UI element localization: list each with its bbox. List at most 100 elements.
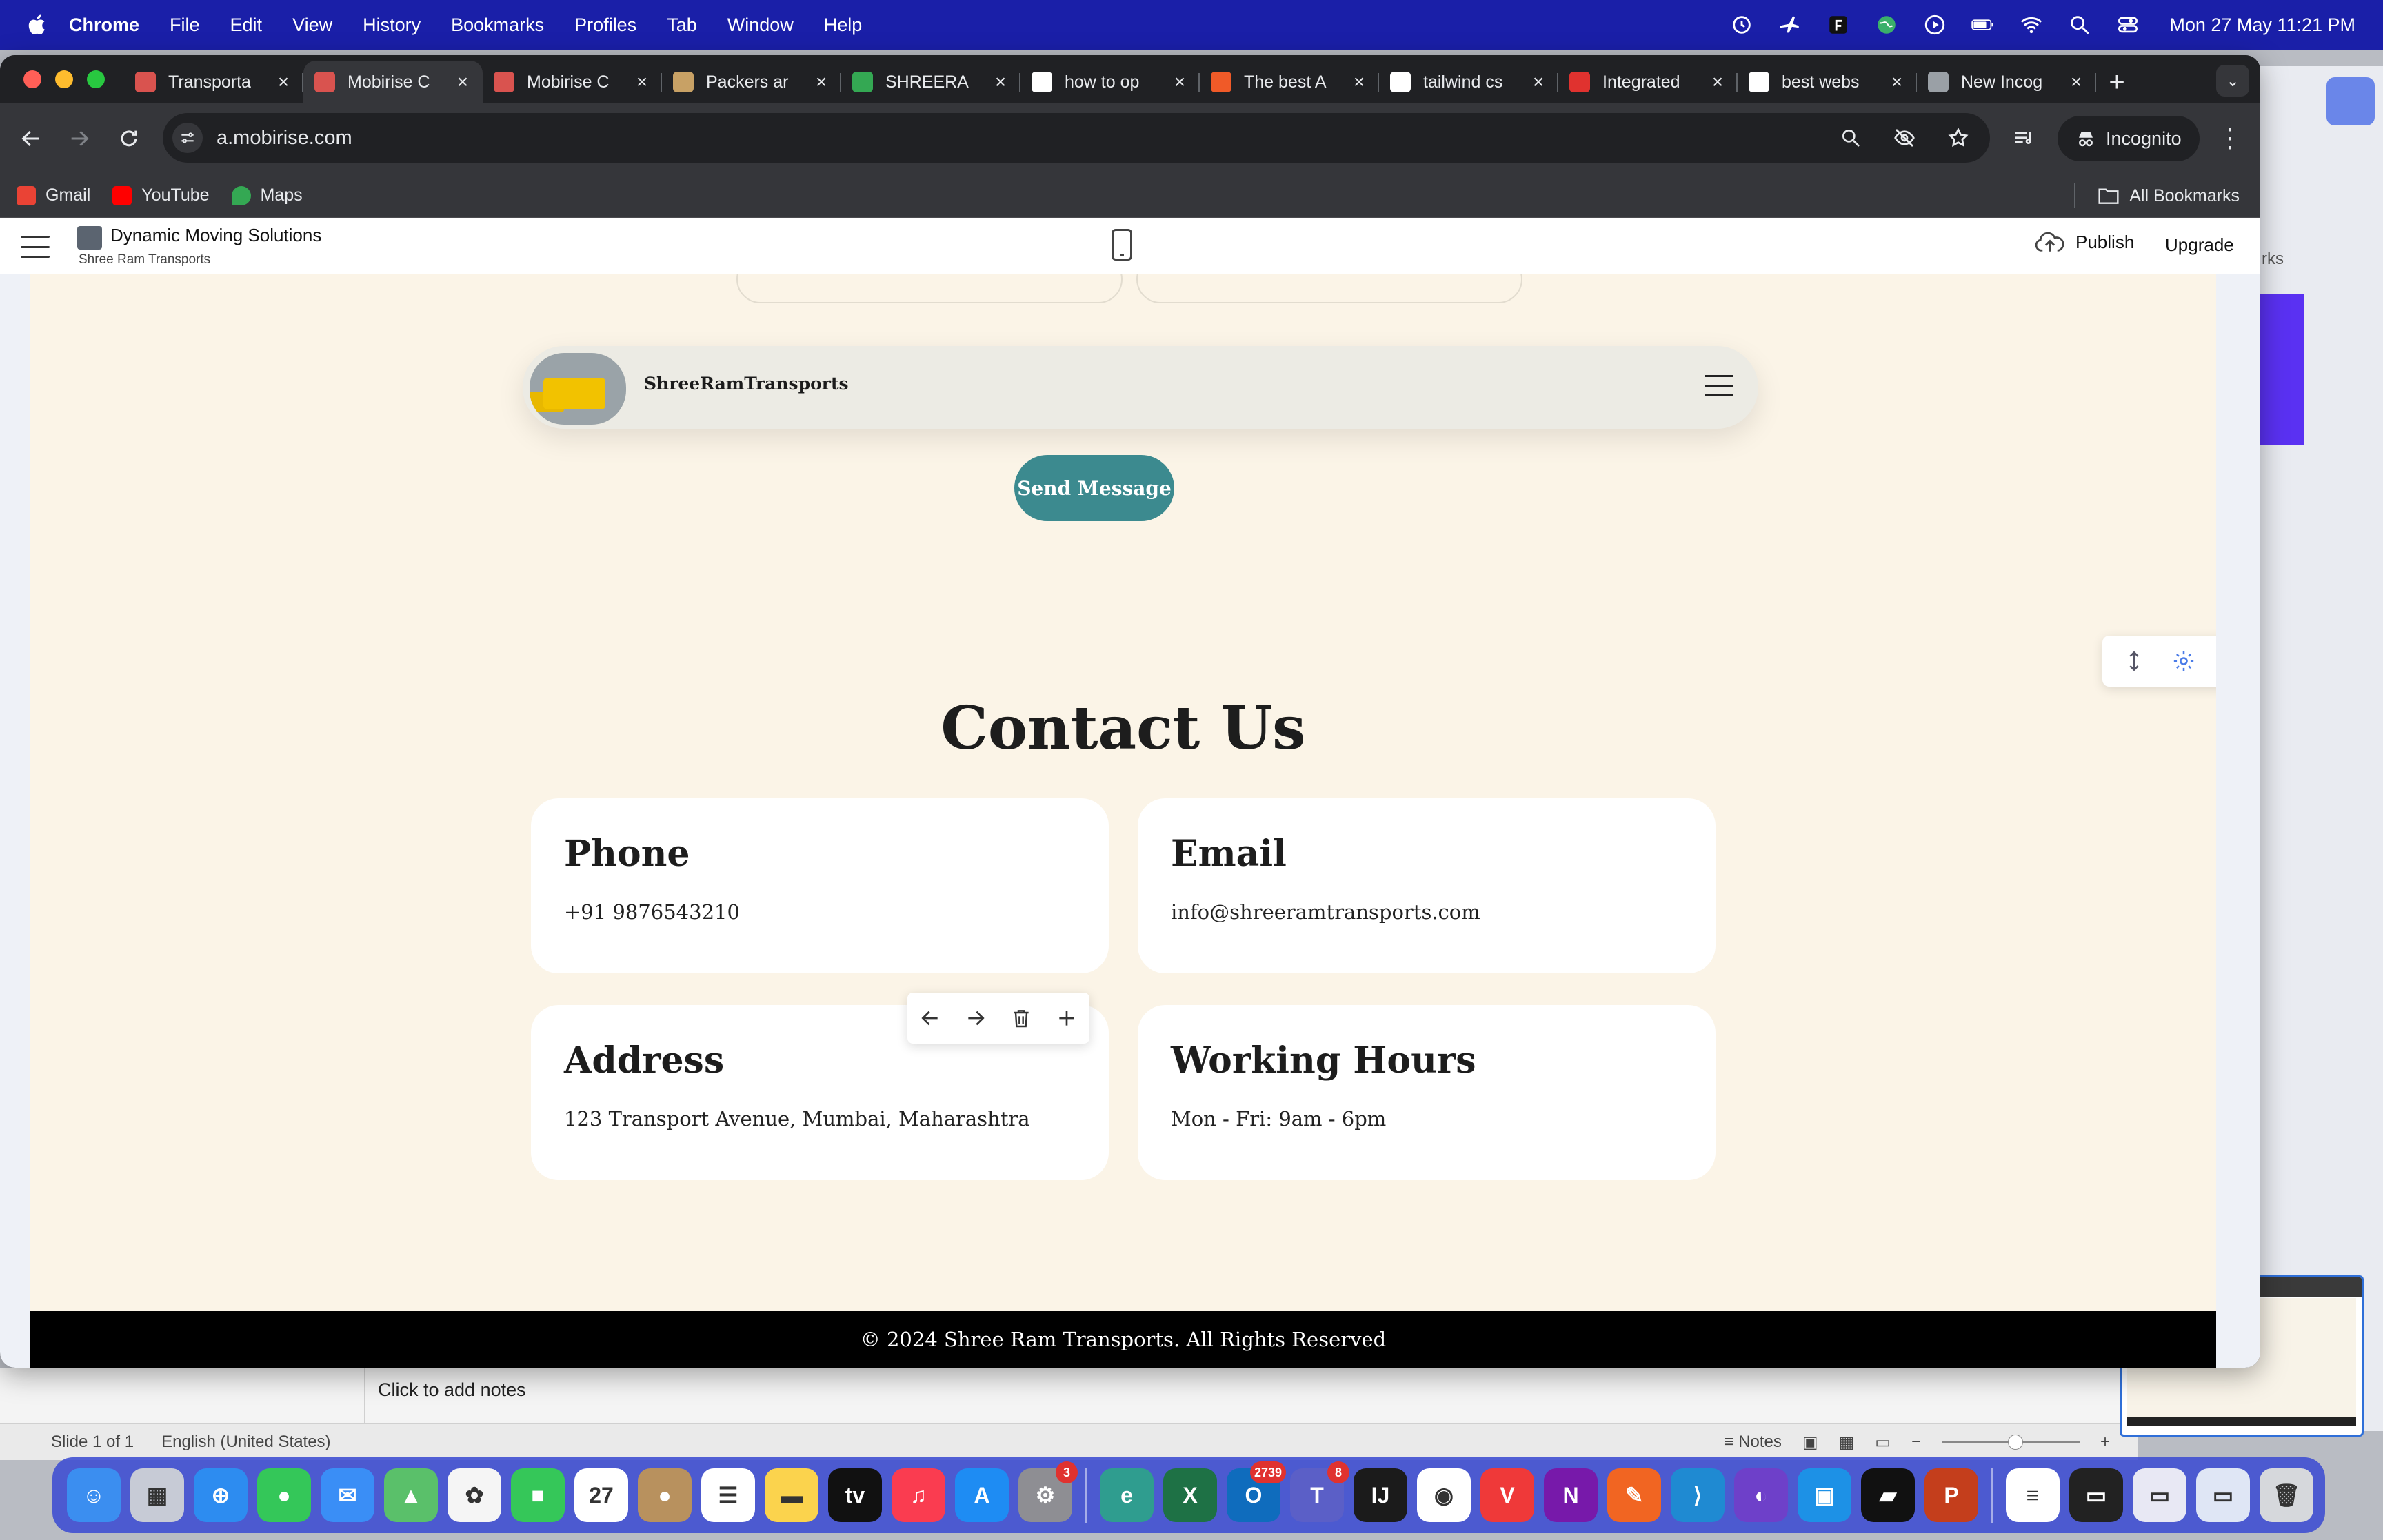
close-window-button[interactable] [23, 70, 41, 88]
menu-profiles[interactable]: Profiles [574, 14, 636, 36]
zoom-slider-knob[interactable] [2007, 1435, 2023, 1450]
notes-placeholder[interactable]: Click to add notes [378, 1379, 526, 1401]
upgrade-button[interactable]: Upgrade [2165, 234, 2234, 256]
send-message-button[interactable]: Send Message [1014, 455, 1174, 521]
tab-close-icon[interactable]: × [633, 71, 651, 93]
browser-tab[interactable]: tailwind cs × [1379, 61, 1558, 103]
launchpad-app-icon[interactable]: ▦ [130, 1468, 184, 1522]
browser-tab[interactable]: how to op × [1020, 61, 1200, 103]
language-indicator[interactable]: English (United States) [161, 1432, 330, 1452]
safari-app-icon[interactable]: ⊕ [194, 1468, 248, 1522]
menu-tab[interactable]: Tab [667, 14, 697, 36]
normal-view-icon[interactable]: ▣ [1802, 1432, 1818, 1452]
add-item-plus-icon[interactable] [1053, 1004, 1080, 1032]
finder-app-icon[interactable]: ☺ [67, 1468, 121, 1522]
forward-button[interactable] [62, 121, 97, 156]
browser-tab[interactable]: New Incog × [1917, 61, 2096, 103]
move-left-arrow-icon[interactable] [916, 1004, 944, 1032]
tab-close-icon[interactable]: × [1350, 71, 1368, 93]
tab-close-icon[interactable]: × [2067, 71, 2085, 93]
tab-close-icon[interactable]: × [1171, 71, 1189, 93]
teams-app-icon[interactable]: T8 [1290, 1461, 1349, 1522]
move-right-arrow-icon[interactable] [962, 1004, 989, 1032]
spotlight-search-icon[interactable] [2067, 12, 2092, 37]
vs-code-app-icon[interactable]: ⟩ [1671, 1468, 1725, 1522]
airplane-icon[interactable] [1778, 12, 1802, 37]
move-section-icon[interactable] [2120, 647, 2148, 675]
menu-edit[interactable]: Edit [230, 14, 263, 36]
minimize-window-button[interactable] [55, 70, 73, 88]
pencil-app-icon[interactable]: ✎ [1607, 1468, 1661, 1522]
form-field-email[interactable] [1136, 274, 1522, 303]
tab-close-icon[interactable]: × [812, 71, 830, 93]
docker-app-icon[interactable]: ▣ [1798, 1468, 1851, 1522]
browser-tab[interactable]: Mobirise C × [303, 61, 483, 103]
contact-card-phone[interactable]: Phone +91 9876543210 [531, 798, 1109, 973]
presenter-view-icon[interactable]: ▭ [1875, 1432, 1891, 1452]
tracking-protection-eye-off-icon[interactable] [1889, 123, 1920, 153]
address-bar[interactable]: a.mobirise.com [163, 113, 1990, 163]
reminders-app-icon[interactable]: ☰ [701, 1468, 755, 1522]
notes-toggle-button[interactable]: ≡ Notes [1725, 1432, 1782, 1452]
tab-close-icon[interactable]: × [1709, 71, 1727, 93]
project-thumbnail[interactable] [77, 226, 102, 250]
window-thumb-2-app-icon[interactable]: ▭ [2133, 1468, 2186, 1522]
preview-doc-app-icon[interactable]: ≡ [2006, 1468, 2060, 1522]
tab-close-icon[interactable]: × [454, 71, 472, 93]
contact-card-working-hours[interactable]: Working Hours Mon - Fri: 9am - 6pm [1138, 1005, 1716, 1180]
excel-app-icon[interactable]: X [1163, 1468, 1217, 1522]
trash-app-icon[interactable]: 🗑 [2260, 1468, 2313, 1522]
tab-close-icon[interactable]: × [274, 71, 292, 93]
browser-tab[interactable]: SHREERA × [841, 61, 1020, 103]
maps-app-icon[interactable]: ▲ [384, 1468, 438, 1522]
form-field-name[interactable] [736, 274, 1123, 303]
browser-tab[interactable]: Transporta × [124, 61, 303, 103]
notes-app-icon[interactable]: ▬ [765, 1468, 818, 1522]
new-tab-plus-icon[interactable]: + [2096, 61, 2138, 103]
site-menu-icon[interactable] [1705, 375, 1733, 396]
messages-app-icon[interactable]: ● [257, 1468, 311, 1522]
project-name[interactable]: Dynamic Moving Solutions [110, 225, 321, 246]
outlook-app-icon[interactable]: O 2739 [1227, 1461, 1286, 1522]
tv-app-icon[interactable]: tv [828, 1468, 882, 1522]
reload-button[interactable] [112, 121, 146, 156]
mobile-preview-icon[interactable] [1112, 229, 1132, 261]
calendar-app-icon[interactable]: 27 [574, 1468, 628, 1522]
bookmark-star-icon[interactable] [1943, 123, 1973, 153]
editor-menu-button[interactable] [21, 233, 50, 261]
globe-icon[interactable] [1874, 12, 1899, 37]
browser-tab[interactable]: Packers ar × [662, 61, 841, 103]
delete-item-trash-icon[interactable] [1007, 1004, 1035, 1032]
facetime-app-icon[interactable]: ■ [511, 1468, 565, 1522]
site-settings-icon[interactable] [172, 123, 203, 153]
github-desktop-app-icon[interactable]: ◐ [1734, 1468, 1788, 1522]
chrome-menu-button[interactable]: ⋮ [2216, 121, 2244, 156]
music-app-icon[interactable]: ♫ [892, 1468, 945, 1522]
publish-button[interactable]: Publish [2034, 230, 2134, 254]
back-button[interactable] [14, 121, 48, 156]
zoom-out-icon[interactable]: − [1911, 1432, 1921, 1452]
zoom-magnifier-icon[interactable] [1836, 123, 1866, 153]
window-thumb-3-app-icon[interactable]: ▭ [2196, 1468, 2250, 1522]
brand-logo-image[interactable] [530, 353, 626, 425]
app-store-app-icon[interactable]: A [955, 1468, 1009, 1522]
browser-tab[interactable]: Integrated × [1558, 61, 1738, 103]
bookmark-gmail[interactable]: Gmail [17, 185, 90, 205]
edge-app-icon[interactable]: e [1100, 1468, 1154, 1522]
tab-close-icon[interactable]: × [992, 71, 1009, 93]
zoom-slider[interactable] [1941, 1435, 2080, 1450]
f-app-icon[interactable] [1826, 12, 1851, 37]
menu-app-name[interactable]: Chrome [69, 14, 139, 36]
chrome-app-icon[interactable]: ◉ [1417, 1468, 1471, 1522]
tab-close-icon[interactable]: × [1888, 71, 1906, 93]
zoom-in-icon[interactable]: + [2100, 1432, 2110, 1452]
wifi-icon[interactable] [2019, 12, 2044, 37]
intellij-app-icon[interactable]: IJ [1354, 1468, 1407, 1522]
menu-history[interactable]: History [363, 14, 421, 36]
apple-icon[interactable] [26, 13, 50, 37]
section-settings-gear-icon[interactable] [2170, 647, 2198, 675]
contacts-app-icon[interactable]: ● [638, 1468, 692, 1522]
tab-search-button[interactable]: ⌄ [2216, 65, 2249, 97]
browser-tab[interactable]: best webs × [1738, 61, 1917, 103]
menu-file[interactable]: File [170, 14, 200, 36]
